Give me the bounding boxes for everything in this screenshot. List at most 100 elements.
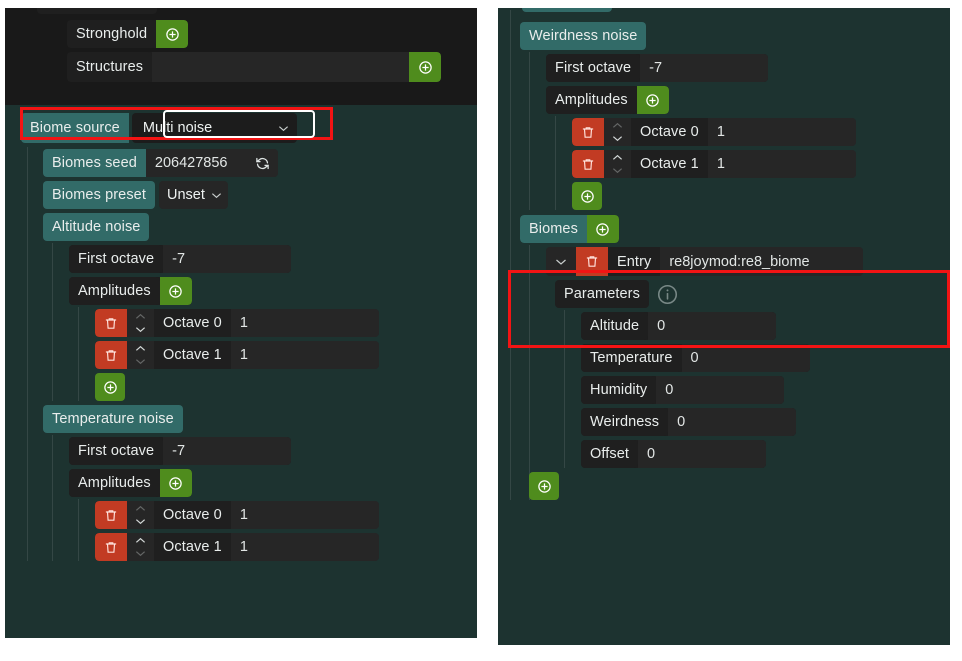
temperature-octave-0-input[interactable]: 1	[230, 501, 379, 529]
biome-source-select[interactable]: Multi noise	[131, 113, 297, 143]
weirdness-noise-section: Weirdness noise First octave -7 Amplitud…	[510, 10, 950, 500]
chevron-down-icon[interactable]	[127, 548, 154, 560]
weirdness-noise-label: Weirdness noise	[520, 22, 647, 50]
weirdness-octave-1-input[interactable]: 1	[707, 150, 856, 178]
biomes-children: Entry re8joymod:re8_biome Parameters Alt…	[529, 245, 950, 500]
biome-source-row: Biome source Multi noise	[21, 113, 477, 143]
trash-icon[interactable]	[572, 118, 604, 146]
chevron-down-icon[interactable]	[604, 165, 631, 177]
trash-icon[interactable]	[95, 533, 127, 561]
biomes-entry-row: Entry re8joymod:re8_biome	[546, 247, 950, 276]
parameter-altitude-row: Altitude 0	[581, 312, 950, 340]
weirdness-octave-1-stepper[interactable]	[604, 150, 631, 178]
parameter-weirdness-row: Weirdness 0	[581, 408, 950, 436]
biomes-seed-input[interactable]: 206427856	[145, 149, 251, 177]
temperature-first-octave-row: First octave -7	[69, 437, 477, 465]
chevron-up-icon[interactable]	[127, 343, 154, 355]
weirdness-first-octave-row: First octave -7	[546, 54, 950, 82]
weirdness-add-entry-button[interactable]	[572, 182, 602, 210]
altitude-amplitudes-row: Amplitudes	[69, 277, 477, 305]
stronghold-label: Stronghold	[67, 20, 157, 48]
temperature-octave-0-stepper[interactable]	[127, 501, 154, 529]
biomes-preset-select[interactable]: Unset	[158, 181, 228, 209]
altitude-octave-1-input[interactable]: 1	[230, 341, 379, 369]
biomes-row: Biomes	[520, 215, 950, 243]
left-panel-content: Stronghold Structures Biome source Multi…	[5, 8, 477, 561]
temperature-first-octave-input[interactable]: -7	[163, 437, 292, 465]
chevron-up-icon[interactable]	[127, 535, 154, 547]
info-circle-icon[interactable]	[655, 280, 681, 308]
altitude-first-octave-input[interactable]: -7	[163, 245, 292, 273]
trash-icon[interactable]	[572, 150, 604, 178]
stronghold-indent: Stronghold Structures	[53, 8, 477, 82]
altitude-octave-1-stepper[interactable]	[127, 341, 154, 369]
altitude-add-entry-button[interactable]	[95, 373, 125, 401]
biomes-entry-field: Entry re8joymod:re8_biome	[546, 247, 864, 276]
parameters-fields: Altitude 0 Temperature 0 Humidity 0 Weir…	[564, 310, 950, 468]
biomes-add-entry-button[interactable]	[529, 472, 559, 500]
parameter-altitude-input[interactable]: 0	[648, 312, 777, 340]
weirdness-octave-0-stepper[interactable]	[604, 118, 631, 146]
temperature-amplitudes-add-button[interactable]	[159, 469, 192, 497]
altitude-octave-0-field: Octave 0 1	[95, 309, 379, 337]
parameter-temperature-input[interactable]: 0	[681, 344, 810, 372]
weirdness-octave-0-field: Octave 0 1	[572, 118, 856, 146]
parameter-offset-label: Offset	[581, 440, 639, 468]
trash-icon[interactable]	[576, 247, 608, 276]
altitude-amplitudes-add-button[interactable]	[159, 277, 192, 305]
temperature-octave-1-input[interactable]: 1	[230, 533, 379, 561]
parameter-humidity-label: Humidity	[581, 376, 657, 404]
chevron-down-icon[interactable]	[127, 324, 154, 336]
parameter-weirdness-input[interactable]: 0	[668, 408, 797, 436]
altitude-amplitudes-label: Amplitudes	[69, 277, 160, 305]
biomes-add-button[interactable]	[586, 215, 619, 243]
weirdness-add-entry-row	[572, 182, 950, 210]
biomes-preset-selected-value: Unset	[166, 187, 205, 203]
chevron-up-icon[interactable]	[604, 120, 631, 132]
weirdness-first-octave-input[interactable]: -7	[640, 54, 769, 82]
biomes-entry-input[interactable]: re8joymod:re8_biome	[660, 247, 864, 276]
chevron-up-icon[interactable]	[127, 503, 154, 515]
altitude-octave-0-input[interactable]: 1	[230, 309, 379, 337]
temperature-first-octave-label: First octave	[69, 437, 164, 465]
weirdness-first-octave-field: First octave -7	[546, 54, 769, 82]
parameter-humidity-row: Humidity 0	[581, 376, 950, 404]
biome-source-section: Biome source Multi noise Biomes seed 206…	[5, 113, 477, 565]
structures-field: Structures	[67, 52, 441, 82]
altitude-noise-row: Altitude noise	[43, 213, 477, 241]
chevron-up-icon[interactable]	[127, 311, 154, 323]
trash-icon[interactable]	[95, 309, 127, 337]
parameter-humidity-input[interactable]: 0	[656, 376, 785, 404]
weirdness-amplitudes-field: Amplitudes	[546, 86, 669, 114]
parameter-altitude-field: Altitude 0	[581, 312, 777, 340]
stronghold-add-button[interactable]	[156, 20, 189, 48]
trash-icon[interactable]	[95, 501, 127, 529]
biomes-seed-field: 206427856	[145, 149, 278, 177]
biomes-preset-label: Biomes preset	[43, 181, 155, 209]
weirdness-octave-0-input[interactable]: 1	[707, 118, 856, 146]
weirdness-octave-1-field: Octave 1 1	[572, 150, 856, 178]
parameter-weirdness-label: Weirdness	[581, 408, 669, 436]
trash-icon[interactable]	[95, 341, 127, 369]
chevron-down-icon[interactable]	[604, 133, 631, 145]
chevron-down-icon[interactable]	[127, 516, 154, 528]
screenshot-root: Stronghold Structures Biome source Multi…	[0, 0, 962, 661]
weirdness-amplitudes-label: Amplitudes	[546, 86, 637, 114]
temperature-octave-0-field: Octave 0 1	[95, 501, 379, 529]
weirdness-amplitudes-add-button[interactable]	[636, 86, 669, 114]
parameter-offset-input[interactable]: 0	[638, 440, 767, 468]
refresh-icon[interactable]	[250, 149, 278, 177]
table-row: Octave 0 1	[95, 501, 477, 529]
temperature-octave-1-label: Octave 1	[154, 533, 231, 561]
structures-add-button[interactable]	[409, 52, 441, 82]
chevron-down-icon[interactable]	[546, 247, 576, 276]
chevron-down-icon[interactable]	[127, 356, 154, 368]
chevron-up-icon[interactable]	[604, 152, 631, 164]
altitude-first-octave-label: First octave	[69, 245, 164, 273]
structures-value[interactable]	[152, 52, 409, 82]
temperature-amplitudes-label: Amplitudes	[69, 469, 160, 497]
temperature-amplitudes-row: Amplitudes	[69, 469, 477, 497]
altitude-octave-0-stepper[interactable]	[127, 309, 154, 337]
chevron-down-icon	[211, 187, 222, 203]
temperature-octave-1-stepper[interactable]	[127, 533, 154, 561]
